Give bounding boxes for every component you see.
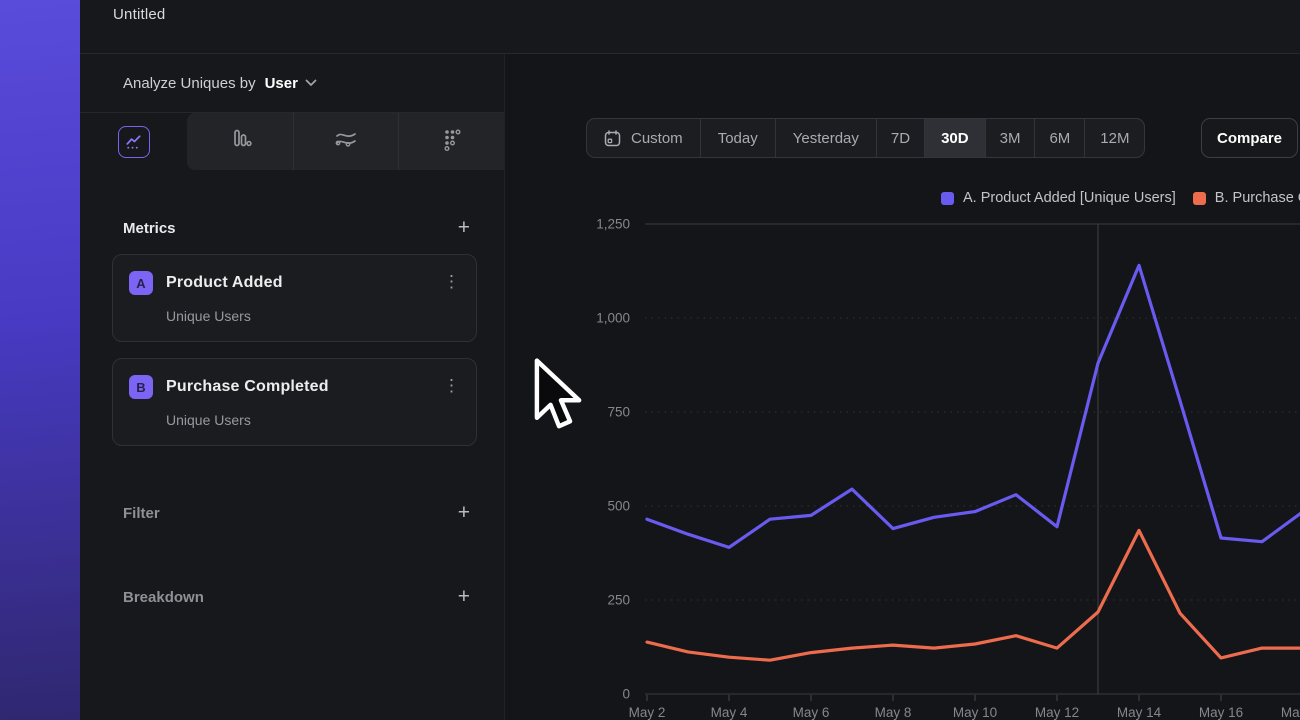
tab-flows[interactable]	[293, 113, 399, 170]
legend-swatch	[941, 192, 954, 205]
range-custom-button[interactable]: Custom	[587, 119, 700, 157]
chevron-down-icon[interactable]	[305, 79, 317, 87]
mouse-cursor	[533, 358, 585, 441]
analyze-by-label: Analyze Uniques by	[123, 75, 256, 92]
calendar-icon	[604, 130, 621, 147]
legend-item-a[interactable]: A. Product Added [Unique Users]	[941, 190, 1176, 206]
line-chart-icon	[118, 126, 150, 158]
chart-type-tabs	[80, 113, 504, 170]
kebab-menu-icon[interactable]: ⋮	[443, 377, 460, 394]
metric-subtitle[interactable]: Unique Users	[166, 412, 460, 428]
range-yesterday-button[interactable]: Yesterday	[775, 119, 876, 157]
query-sidebar: Analyze Uniques by User	[80, 54, 505, 720]
filter-header: Filter +	[112, 503, 477, 523]
add-breakdown-button[interactable]: +	[458, 587, 470, 607]
breakdown-header: Breakdown +	[112, 587, 477, 607]
range-label: Custom	[631, 130, 683, 147]
tab-insights-line[interactable]	[80, 113, 187, 170]
metrics-header: Metrics +	[112, 218, 477, 238]
metrics-title: Metrics	[123, 220, 176, 237]
range-6m-button[interactable]: 6M	[1034, 119, 1084, 157]
compare-button[interactable]: Compare	[1201, 118, 1298, 158]
legend-item-b[interactable]: B. Purchase Completed [Unique Users]	[1193, 190, 1300, 206]
metric-badge-b: B	[129, 375, 153, 399]
range-3m-button[interactable]: 3M	[985, 119, 1035, 157]
range-30d-button[interactable]: 30D	[924, 119, 985, 157]
app-window: Untitled Analyze Uniques by User	[80, 0, 1300, 720]
legend-label: A. Product Added [Unique Users]	[963, 190, 1176, 206]
metric-subtitle[interactable]: Unique Users	[166, 308, 460, 324]
bar-chart-icon	[227, 126, 253, 157]
filter-title: Filter	[123, 505, 160, 522]
tab-funnels[interactable]	[187, 113, 293, 170]
legend-swatch	[1193, 192, 1206, 205]
metric-badge-a: A	[129, 271, 153, 295]
add-metric-button[interactable]: +	[458, 218, 470, 238]
range-12m-button[interactable]: 12M	[1084, 119, 1144, 157]
legend-label: B. Purchase Completed [Unique Users]	[1215, 190, 1300, 206]
top-bar: Untitled	[80, 0, 1300, 54]
analyze-by-value[interactable]: User	[265, 75, 298, 92]
date-range-bar: Custom Today Yesterday 7D 30D 3M 6M 12M	[586, 118, 1145, 158]
nav-gradient-rail	[0, 0, 80, 720]
metric-title[interactable]: Product Added	[166, 274, 283, 292]
chart-legend: A. Product Added [Unique Users] B. Purch…	[941, 190, 1300, 206]
report-title[interactable]: Untitled	[113, 6, 165, 23]
metric-card-a[interactable]: A Product Added ⋮ Unique Users	[112, 254, 477, 342]
dots-grid-icon	[439, 126, 465, 157]
range-7d-button[interactable]: 7D	[876, 119, 924, 157]
flows-icon	[333, 126, 359, 157]
analyze-by-row: Analyze Uniques by User	[80, 54, 504, 113]
metric-title[interactable]: Purchase Completed	[166, 378, 329, 396]
chart-type-tab-group	[187, 113, 504, 170]
range-today-button[interactable]: Today	[700, 119, 775, 157]
metric-card-b[interactable]: B Purchase Completed ⋮ Unique Users	[112, 358, 477, 446]
add-filter-button[interactable]: +	[458, 503, 470, 523]
kebab-menu-icon[interactable]: ⋮	[443, 273, 460, 290]
breakdown-title: Breakdown	[123, 589, 204, 606]
tab-retention[interactable]	[398, 113, 504, 170]
